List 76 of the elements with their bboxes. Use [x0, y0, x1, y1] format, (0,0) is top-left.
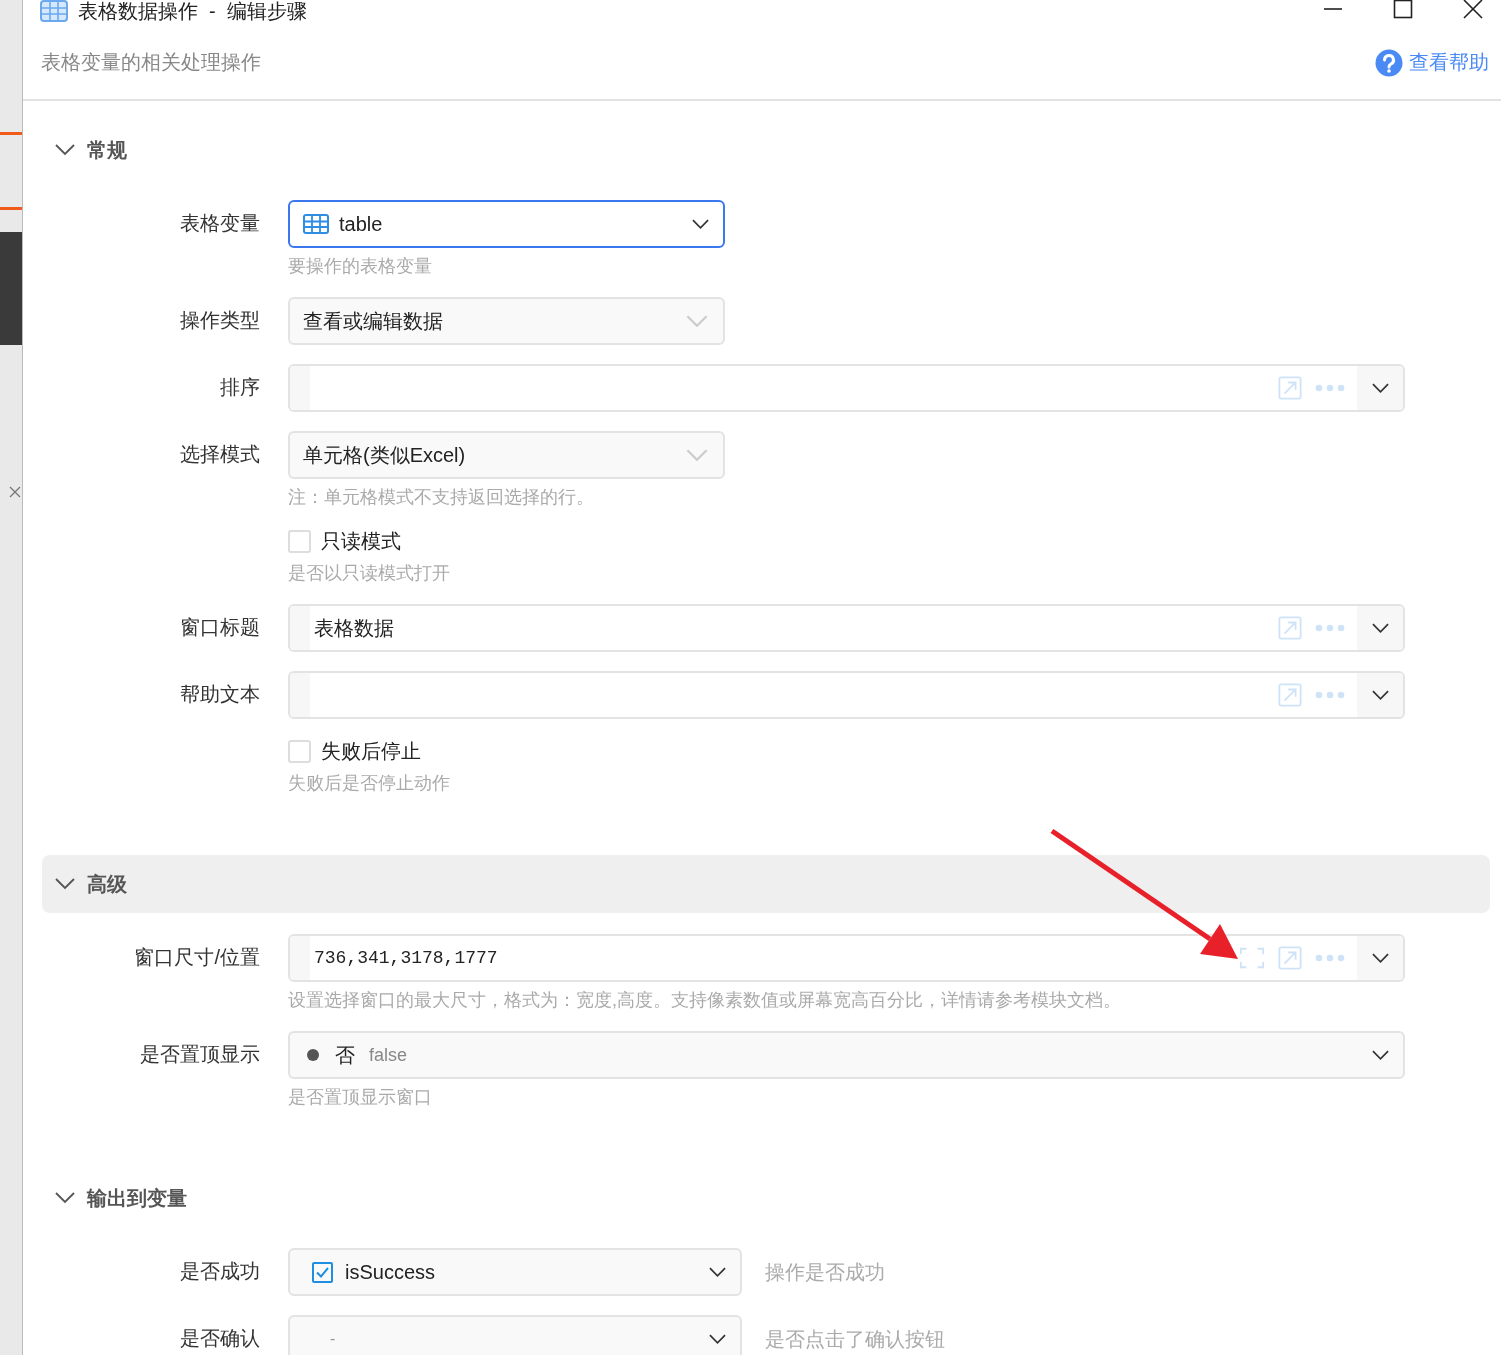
section-header[interactable]: 常规 [42, 121, 1490, 179]
chevron-down-icon [692, 219, 709, 229]
more-icon[interactable] [1315, 384, 1345, 392]
fullscreen-icon[interactable] [1239, 946, 1265, 970]
help-icon [1375, 48, 1403, 77]
field-label: 窗口尺寸/位置 [134, 945, 260, 970]
dropdown-button[interactable] [1357, 673, 1403, 717]
expand-icon[interactable] [1277, 616, 1303, 640]
dropdown-button[interactable] [1357, 366, 1403, 410]
field-value: 736,341,3178,1777 [314, 948, 498, 968]
dropdown-button[interactable] [1357, 936, 1403, 980]
option-label: 否 [335, 1042, 355, 1068]
section-header[interactable]: 输出到变量 [42, 1169, 1490, 1227]
field-hint: 设置选择窗口的最大尺寸，格式为：宽度,高度。支持像素数值或屏幕宽高百分比，详情请参考模块文档。 [288, 989, 1122, 1012]
chevron-down-icon [685, 315, 709, 327]
dropdown-button[interactable] [1357, 606, 1403, 650]
field-value: 表格数据 [314, 615, 394, 641]
close-icon [9, 486, 21, 498]
dropdown[interactable]: 否 false [288, 1031, 1405, 1079]
checkbox[interactable] [288, 530, 311, 553]
expand-icon[interactable] [1277, 946, 1303, 970]
field-label: 窗口标题 [180, 615, 260, 640]
more-icon[interactable] [1315, 624, 1345, 632]
expand-icon[interactable] [1277, 376, 1303, 400]
variable-name: - [330, 1330, 336, 1348]
field-description: 是否点击了确认按钮 [765, 1326, 945, 1352]
field-label: 帮助文本 [180, 682, 260, 707]
more-icon[interactable] [1315, 954, 1345, 962]
expression-field[interactable] [288, 671, 1405, 719]
subtitle: 表格变量的相关处理操作 [41, 50, 261, 75]
variable-name: isSuccess [345, 1260, 436, 1284]
field-label: 表格变量 [180, 211, 260, 236]
more-icon[interactable] [1315, 691, 1345, 699]
chevron-down-icon [685, 449, 709, 461]
field-hint: 是否以只读模式打开 [288, 562, 451, 585]
field-prefix [290, 936, 310, 980]
chevron-down-icon [1371, 690, 1389, 700]
option-value: false [369, 1044, 408, 1066]
chevron-down-icon [1371, 383, 1389, 393]
field-description: 操作是否成功 [765, 1259, 885, 1285]
field-hint: 注：单元格模式不支持返回选择的行。 [288, 486, 595, 509]
field-prefix [290, 606, 310, 650]
field-prefix [290, 673, 310, 717]
maximize-icon[interactable] [1393, 0, 1413, 19]
table-icon [40, 0, 68, 22]
table-icon [303, 214, 329, 234]
field-prefix [290, 366, 310, 410]
expression-field[interactable] [288, 364, 1405, 412]
checkbox[interactable] [288, 740, 311, 763]
field-label: 排序 [220, 375, 260, 400]
section-header[interactable]: 高级 [42, 855, 1490, 913]
expression-field[interactable]: 736,341,3178,1777 [288, 934, 1405, 982]
expression-field[interactable]: 表格数据 [288, 604, 1405, 652]
field-hint: 是否置顶显示窗口 [288, 1086, 433, 1109]
field-hint: 要操作的表格变量 [288, 255, 433, 278]
field-label: 选择模式 [180, 442, 260, 467]
dropdown[interactable]: 查看或编辑数据 [288, 297, 725, 345]
dropdown[interactable]: 单元格(类似Excel) [288, 431, 725, 479]
field-label: 是否置顶显示 [140, 1042, 260, 1067]
field-label: 操作类型 [180, 308, 260, 333]
checkbox-label[interactable]: 只读模式 [321, 528, 401, 555]
chevron-down-icon [1371, 623, 1389, 633]
dropdown[interactable]: table [288, 200, 725, 248]
chevron-down-icon [709, 1334, 726, 1344]
window-title: 表格数据操作 - 编辑步骤 [78, 0, 307, 24]
field-hint: 失败后是否停止动作 [288, 772, 451, 795]
close-icon[interactable] [1463, 0, 1483, 19]
chevron-down-icon [709, 1267, 726, 1277]
chevron-down-icon [1371, 953, 1389, 963]
checkbox-checked-icon[interactable] [312, 1261, 333, 1283]
field-label: 是否成功 [180, 1259, 260, 1284]
checkbox-label[interactable]: 失败后停止 [321, 738, 421, 765]
variable-dropdown[interactable]: isSuccess [288, 1248, 742, 1296]
field-label: 是否确认 [180, 1326, 260, 1351]
expand-icon[interactable] [1277, 683, 1303, 707]
chevron-down-icon [1372, 1050, 1389, 1060]
